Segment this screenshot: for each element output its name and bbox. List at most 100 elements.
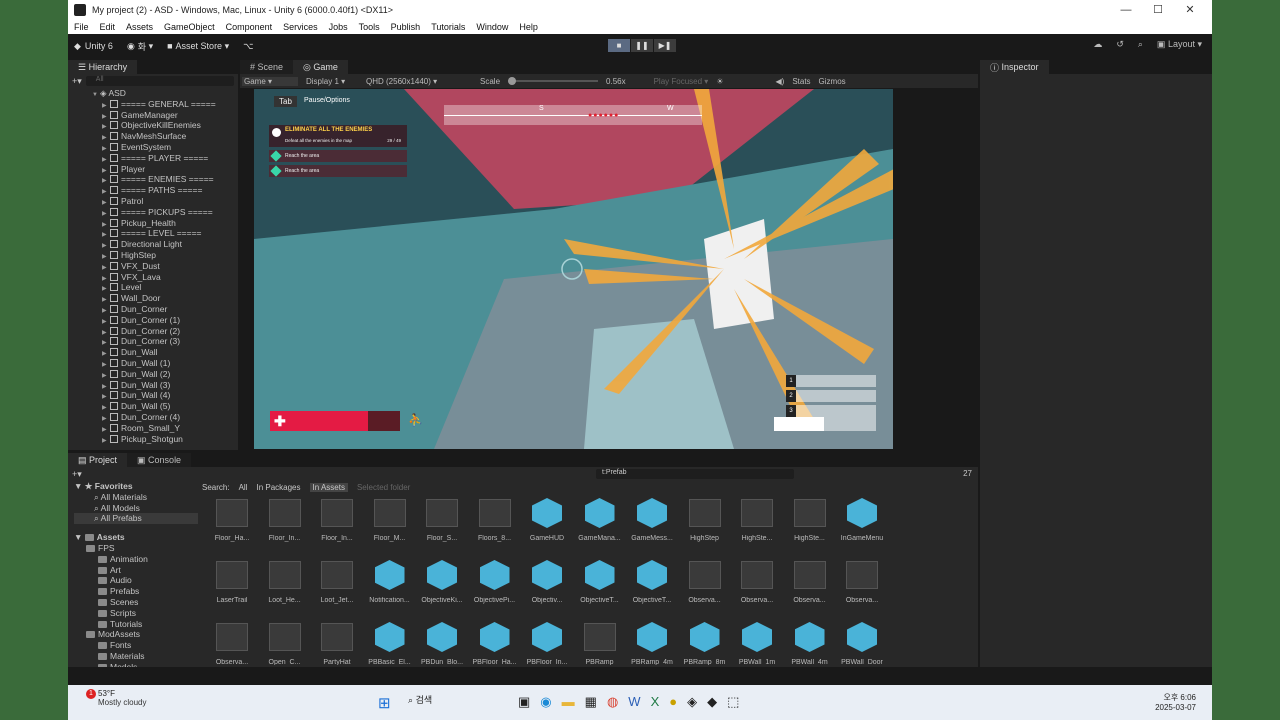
filter-all[interactable]: All <box>239 483 248 492</box>
tab-project[interactable]: ▤ Project <box>68 453 128 467</box>
asset-tile[interactable]: GameHUD <box>523 493 571 542</box>
favorite-item[interactable]: ⌕ All Materials <box>74 492 198 503</box>
hierarchy-item[interactable]: ▶ ===== PATHS ===== <box>78 185 238 196</box>
excel-icon[interactable]: X <box>651 694 660 710</box>
favorites-header[interactable]: ▼ ★ Favorites <box>74 481 198 492</box>
asset-tile[interactable]: PBDun_Blo... <box>418 617 466 665</box>
asset-tile[interactable]: GameMess... <box>628 493 676 542</box>
scale-thumb[interactable] <box>508 77 517 85</box>
asset-tile[interactable]: Observa... <box>786 555 834 604</box>
menu-tutorials[interactable]: Tutorials <box>431 22 465 32</box>
menu-publish[interactable]: Publish <box>391 22 421 32</box>
asset-tile[interactable]: PBFloor_In... <box>523 617 571 665</box>
search-icon[interactable]: ⌕ <box>1138 39 1143 50</box>
hierarchy-root[interactable]: ▼ ◈ ASD <box>92 88 238 99</box>
asset-store-button[interactable]: ■ Asset Store ▾ <box>167 41 229 52</box>
folder-item[interactable]: Prefabs <box>74 586 198 597</box>
hierarchy-item[interactable]: ▶ Dun_Corner (4) <box>78 412 238 423</box>
gizmos-button[interactable]: Gizmos <box>819 77 846 86</box>
menu-file[interactable]: File <box>74 22 89 32</box>
hierarchy-item[interactable]: ▶ Dun_Corner (1) <box>78 315 238 326</box>
step-button[interactable]: ▶❚ <box>654 39 676 52</box>
tab-scene[interactable]: # Scene <box>240 60 294 74</box>
display-dropdown[interactable]: Display 1 ▾ <box>306 77 358 86</box>
folder-item[interactable]: Materials <box>74 651 198 662</box>
asset-tile[interactable]: PBWall_1m <box>733 617 781 665</box>
folder-icon[interactable]: ▬ <box>562 694 575 710</box>
system-clock[interactable]: 오후 6:06 2025-03-07 <box>1155 692 1196 712</box>
app-icon[interactable]: ▣ <box>518 694 530 710</box>
maximize-button[interactable]: ☐ <box>1142 0 1174 20</box>
hierarchy-item[interactable]: ▶ HighStep <box>78 250 238 261</box>
hierarchy-item[interactable]: ▶ Dun_Corner (2) <box>78 326 238 337</box>
play-button[interactable]: ■ <box>608 39 630 52</box>
add-icon[interactable]: +▾ <box>72 76 82 87</box>
hierarchy-item[interactable]: ▶ Patrol <box>78 196 238 207</box>
asset-tile[interactable]: HighStep <box>681 493 729 542</box>
hierarchy-item[interactable]: ▶ Dun_Wall (5) <box>78 401 238 412</box>
unity-account-button[interactable]: ◆ Unity 6 <box>74 41 113 52</box>
asset-tile[interactable]: PBRamp <box>576 617 624 665</box>
asset-tile[interactable]: PBRamp_8m <box>681 617 729 665</box>
asset-tile[interactable]: PartyHat <box>313 617 361 665</box>
favorite-item[interactable]: ⌕ All Prefabs <box>74 513 198 525</box>
hierarchy-search[interactable]: All <box>85 76 234 86</box>
word-icon[interactable]: W <box>628 694 640 710</box>
asset-tile[interactable]: PBWall_4m <box>786 617 834 665</box>
assets-header[interactable]: ▼ Assets <box>74 532 198 543</box>
weather-widget[interactable]: 1 53°F Mostly cloudy <box>80 689 146 707</box>
project-add-icon[interactable]: +▾ <box>72 469 82 480</box>
asset-tile[interactable]: ObjectiveKi... <box>418 555 466 604</box>
hierarchy-item[interactable]: ▶ GameManager <box>78 110 238 121</box>
game-view[interactable]: Tab Pause/Options ELIMINATE ALL THE ENEM… <box>254 89 893 449</box>
hierarchy-item[interactable]: ▶ Dun_Wall (3) <box>78 380 238 391</box>
asset-tile[interactable]: PBFloor_Ha... <box>471 617 519 665</box>
mute-icon[interactable]: ☀ <box>716 77 723 86</box>
hierarchy-item[interactable]: ▶ ===== GENERAL ===== <box>78 99 238 110</box>
hierarchy-item[interactable]: ▶ NavMeshSurface <box>78 131 238 142</box>
asset-tile[interactable]: Objectiv... <box>523 555 571 604</box>
asset-tile[interactable]: Open_C... <box>261 617 309 665</box>
hierarchy-item[interactable]: ▶ Dun_Wall (4) <box>78 390 238 401</box>
asset-tile[interactable]: Floor_Ha... <box>208 493 256 542</box>
hierarchy-item[interactable]: ▶ Wall_Door <box>78 293 238 304</box>
asset-tile[interactable]: LaserTrail <box>208 555 256 604</box>
tab-console[interactable]: ▣ Console <box>127 453 192 467</box>
history-icon[interactable]: ↺ <box>1116 39 1124 50</box>
hierarchy-item[interactable]: ▶ Level <box>78 282 238 293</box>
asset-tile[interactable]: InGameMenu <box>838 493 886 542</box>
close-button[interactable]: ✕ <box>1174 0 1206 20</box>
asset-tile[interactable]: PBRamp_4m <box>628 617 676 665</box>
play-focused-dropdown[interactable]: Play Focused ▾ <box>654 77 709 86</box>
asset-tile[interactable]: Floor_In... <box>313 493 361 542</box>
hierarchy-item[interactable]: ▶ ===== LEVEL ===== <box>78 228 238 239</box>
asset-tile[interactable]: Loot_Jet... <box>313 555 361 604</box>
hierarchy-item[interactable]: ▶ Player <box>78 164 238 175</box>
menu-assets[interactable]: Assets <box>126 22 153 32</box>
asset-tile[interactable]: Floor_M... <box>366 493 414 542</box>
asset-tile[interactable]: GameMana... <box>576 493 624 542</box>
minimize-button[interactable]: — <box>1110 0 1142 20</box>
menu-window[interactable]: Window <box>476 22 508 32</box>
hierarchy-item[interactable]: ▶ Pickup_Health <box>78 218 238 229</box>
menu-component[interactable]: Component <box>226 22 273 32</box>
menu-tools[interactable]: Tools <box>359 22 380 32</box>
hierarchy-item[interactable]: ▶ Pickup_Shotgun <box>78 434 238 445</box>
folder-item[interactable]: Animation <box>74 554 198 565</box>
hierarchy-item[interactable]: ▶ Room_Small_Y <box>78 423 238 434</box>
asset-tile[interactable]: Floor_In... <box>261 493 309 542</box>
layout-dropdown[interactable]: ▣ Layout ▾ <box>1157 39 1202 50</box>
asset-tile[interactable]: ObjectiveT... <box>628 555 676 604</box>
filter-in-packages[interactable]: In Packages <box>256 483 300 492</box>
hierarchy-item[interactable]: ▶ ObjectiveKillEnemies <box>78 120 238 131</box>
asset-tile[interactable]: ObjectivePi... <box>471 555 519 604</box>
hierarchy-item[interactable]: ▶ ===== PICKUPS ===== <box>78 207 238 218</box>
scale-slider[interactable] <box>508 77 599 85</box>
tab-inspector[interactable]: ⓘ Inspector <box>980 60 1049 74</box>
taskbar-search[interactable]: ⌕ 검색 <box>408 693 432 706</box>
folder-item[interactable]: Scenes <box>74 597 198 608</box>
menu-gameobject[interactable]: GameObject <box>164 22 215 32</box>
hierarchy-item[interactable]: ▶ ===== PLAYER ===== <box>78 153 238 164</box>
folder-item[interactable]: Fonts <box>74 640 198 651</box>
hierarchy-item[interactable]: ▶ Dun_Wall (1) <box>78 358 238 369</box>
